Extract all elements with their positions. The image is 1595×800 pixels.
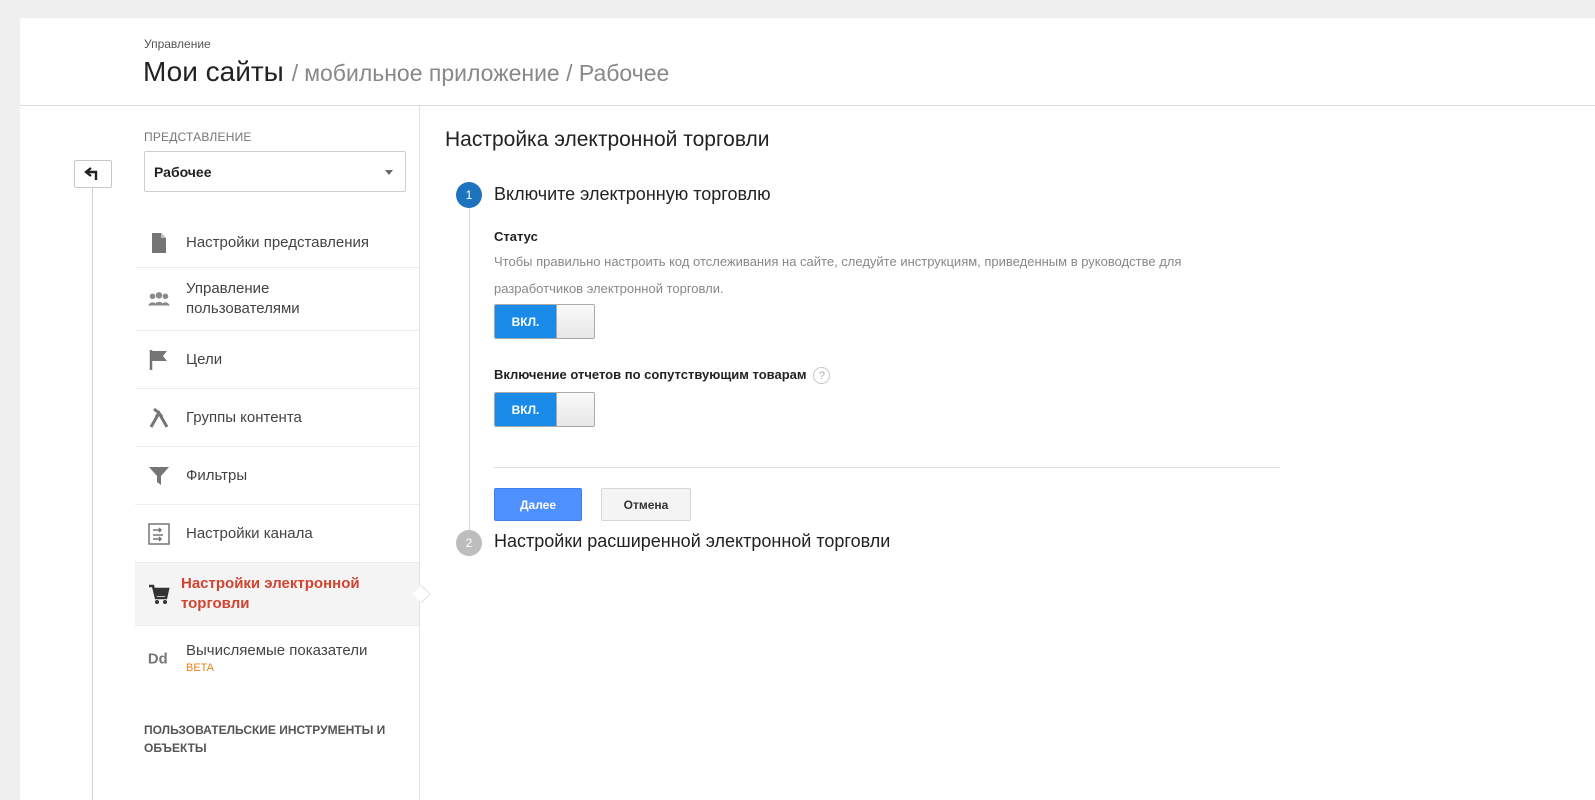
sidebar-item-label: Управление пользователями bbox=[186, 280, 300, 317]
app-window: Управление Мои сайты / мобильное приложени… bbox=[20, 18, 1595, 800]
sidebar-item-content-groups[interactable]: Группы контента bbox=[135, 389, 419, 447]
calculated-metrics-icon: Dd bbox=[147, 646, 171, 670]
sidebar-item-calculated-metrics[interactable]: Dd Вычисляемые показатели BETA bbox=[135, 626, 419, 690]
step-title-2[interactable]: Настройки расширенной электронной торгов… bbox=[494, 531, 890, 552]
toggle-on-label: ВКЛ. bbox=[495, 393, 556, 426]
sidebar-item-label: Фильтры bbox=[186, 467, 248, 484]
sidebar-item-label: Вычисляемые показатели bbox=[186, 642, 368, 659]
sidebar-item-goals[interactable]: Цели bbox=[135, 331, 419, 389]
page-title[interactable]: Мои сайты bbox=[143, 56, 284, 87]
view-label: ПРЕДСТАВЛЕНИЕ bbox=[144, 130, 252, 144]
flag-icon bbox=[147, 348, 171, 372]
sidebar-item-channel-settings[interactable]: Настройки канала bbox=[135, 505, 419, 563]
step-number-1: 1 bbox=[456, 182, 482, 208]
sidebar-item-label: Настройки представления bbox=[186, 234, 369, 251]
sidebar-item-label: Настройки канала bbox=[186, 525, 313, 542]
related-products-label-text: Включение отчетов по сопутствующим товар… bbox=[494, 367, 807, 382]
channel-settings-icon bbox=[147, 522, 171, 546]
status-label: Статус bbox=[494, 229, 538, 244]
toggle-knob bbox=[556, 393, 594, 426]
cart-icon bbox=[147, 582, 171, 606]
toggle-on-label: ВКЛ. bbox=[495, 305, 556, 338]
breadcrumb-path[interactable]: мобильное приложение / Рабочее bbox=[304, 60, 669, 86]
sidebar-item-user-management[interactable]: Управление пользователями bbox=[135, 268, 419, 331]
page-header: Управление Мои сайты / мобильное приложени… bbox=[20, 18, 1595, 106]
cancel-button[interactable]: Отмена bbox=[601, 488, 691, 521]
document-icon bbox=[147, 231, 171, 255]
divider bbox=[494, 467, 1280, 468]
sidebar-item-view-settings[interactable]: Настройки представления bbox=[135, 218, 419, 268]
status-description: Чтобы правильно настроить код отслеживан… bbox=[494, 254, 1182, 296]
beta-badge: BETA bbox=[186, 662, 214, 674]
view-select[interactable]: Рабочее bbox=[144, 151, 406, 192]
help-icon[interactable]: ? bbox=[813, 367, 831, 385]
svg-text:Dd: Dd bbox=[148, 652, 168, 667]
step-number-2: 2 bbox=[456, 530, 482, 556]
users-icon bbox=[147, 287, 171, 311]
back-arrow-icon bbox=[84, 167, 98, 180]
section-title: Настройка электронной торговли bbox=[445, 128, 770, 151]
filter-icon bbox=[147, 464, 171, 488]
custom-tools-heading: ПОЛЬЗОВАТЕЛЬСКИЕ ИНСТРУМЕНТЫ И ОБЪЕКТЫ bbox=[144, 723, 386, 755]
back-button[interactable] bbox=[74, 160, 112, 188]
related-products-toggle[interactable]: ВКЛ. bbox=[494, 392, 595, 427]
toggle-knob bbox=[556, 305, 594, 338]
step-title-1: Включите электронную торговлю bbox=[494, 184, 771, 204]
sidebar-item-label: Цели bbox=[186, 351, 223, 368]
chevron-down-icon bbox=[385, 170, 393, 175]
sidebar: ПРЕДСТАВЛЕНИЕ Рабочее Настройки представ… bbox=[135, 106, 420, 800]
sidebar-item-label: Настройки электронной торговли bbox=[181, 575, 360, 612]
ecommerce-toggle[interactable]: ВКЛ. bbox=[494, 304, 595, 339]
sidebar-item-label: Группы контента bbox=[186, 409, 302, 426]
sidebar-item-text: Вычисляемые показатели BETA bbox=[186, 642, 367, 674]
step-connector bbox=[469, 196, 470, 530]
sidebar-item-ecommerce-settings[interactable]: Настройки электронной торговли bbox=[135, 563, 419, 626]
breadcrumb: Мои сайты / мобильное приложение / Рабочее bbox=[143, 56, 669, 88]
related-products-label: Включение отчетов по сопутствующим товар… bbox=[494, 367, 831, 385]
breadcrumb-separator: / bbox=[291, 60, 299, 86]
next-button[interactable]: Далее bbox=[494, 488, 582, 521]
rail-line bbox=[92, 188, 93, 800]
content-groups-icon bbox=[147, 406, 171, 430]
sidebar-item-filters[interactable]: Фильтры bbox=[135, 447, 419, 505]
view-select-value: Рабочее bbox=[154, 163, 212, 180]
main-content: Настройка электронной торговли 1 Включит… bbox=[445, 128, 1345, 556]
sidebar-menu: Настройки представления Управление польз… bbox=[135, 218, 419, 690]
breadcrumb-top[interactable]: Управление bbox=[144, 37, 211, 51]
